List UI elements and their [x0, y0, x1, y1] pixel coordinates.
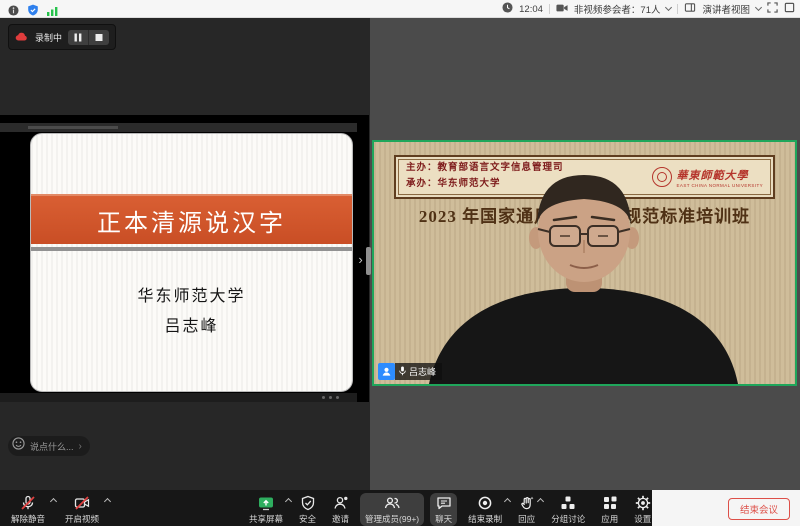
unmute-button[interactable]: 解除静音 [6, 493, 50, 526]
toolbar-right-section: 结束会议 [652, 490, 800, 526]
manage-participants-button[interactable]: 管理成员(99+) [360, 493, 424, 526]
participants-icon [384, 495, 400, 511]
pause-recording-button[interactable] [68, 30, 88, 45]
window-title-text [28, 126, 118, 129]
apps-grid-icon [602, 495, 618, 511]
chat-placeholder: 说点什么... [30, 440, 74, 453]
invite-label: 邀请 [332, 513, 349, 525]
start-video-button[interactable]: 开启视频 [60, 493, 104, 526]
invite-person-icon [333, 495, 349, 511]
speaker-video-tile: 主办：教育部语言文字信息管理司 承办：华东师范大学 華東師範大學 EAST CH… [372, 140, 797, 386]
audio-person-icon [378, 363, 395, 380]
breakout-label: 分组讨论 [551, 513, 585, 525]
recording-controls [68, 30, 109, 45]
chat-button[interactable]: 聊天 [430, 493, 457, 526]
speaker-view-icon [684, 2, 696, 16]
chat-bubble-icon [436, 495, 452, 511]
security-label: 安全 [299, 513, 316, 525]
presentation-slide: 正本清源说汉字 华东师范大学 吕志峰 [30, 133, 353, 392]
chat-quick-input[interactable]: 说点什么... › [8, 436, 90, 456]
clock-icon [502, 2, 513, 16]
divider [677, 4, 678, 14]
window-icon[interactable] [784, 2, 795, 16]
presentation-stage: 正本清源说汉字 华东师范大学 吕志峰 [0, 115, 369, 402]
settings-button[interactable]: 设置 [629, 493, 656, 526]
meeting-toolbar: 结束会议 解除静音 开启视频 [0, 490, 800, 526]
slide-title-banner: 正本清源说汉字 [31, 194, 352, 244]
meeting-window: 12:04 非视频参会者：71人 演讲者视图 [0, 0, 800, 526]
breakout-icon [560, 495, 576, 511]
share-label: 共享屏幕 [249, 513, 283, 525]
record-options-caret[interactable] [504, 498, 511, 505]
participants-dropdown[interactable]: 非视频参会者：71人 [574, 2, 661, 16]
participants-label: 管理成员(99+) [365, 513, 419, 525]
chat-expand-icon[interactable]: › [79, 441, 82, 452]
security-button[interactable]: 安全 [294, 493, 321, 526]
unmute-label: 解除静音 [11, 513, 45, 525]
toolbar-center-group: 共享屏幕 安全 邀请 管理成员(99+) [244, 493, 656, 526]
stop-recording-toolbar-button[interactable]: 结束录制 [463, 493, 507, 526]
slide-author-block: 华东师范大学 吕志峰 [31, 282, 352, 343]
apps-label: 应用 [601, 513, 618, 525]
cloud-record-icon [15, 28, 29, 46]
slide-organization: 华东师范大学 [31, 282, 352, 312]
share-screen-button[interactable]: 共享屏幕 [244, 493, 288, 526]
speaker-name: 吕志峰 [409, 365, 436, 378]
reactions-button[interactable]: 回应 [513, 493, 540, 526]
invite-button[interactable]: 邀请 [327, 493, 354, 526]
clock-time: 12:04 [519, 4, 543, 15]
stop-recording-button[interactable] [88, 30, 109, 45]
chat-label: 聊天 [435, 513, 452, 525]
slide-title: 正本清源说汉字 [97, 203, 286, 238]
top-bar-right: 12:04 非视频参会者：71人 演讲者视图 [502, 0, 795, 18]
presentation-window-titlebar [0, 123, 357, 132]
settings-label: 设置 [634, 513, 651, 525]
presentation-window-statusbar [0, 393, 357, 402]
camera-off-icon [556, 3, 568, 16]
mic-off-icon [20, 495, 36, 511]
fullscreen-icon[interactable] [767, 2, 778, 16]
speaker-name-badge: 吕志峰 [378, 363, 442, 380]
mic-options-caret[interactable] [50, 498, 57, 505]
chevron-down-icon[interactable] [755, 4, 762, 11]
emoji-smiley-icon[interactable] [12, 437, 25, 455]
mic-icon [399, 366, 406, 378]
slideshow-controls-icon [322, 396, 339, 399]
panel-divider-handle[interactable] [366, 247, 371, 275]
slide-divider-bar [31, 247, 352, 251]
camera-off-icon [74, 495, 90, 511]
recording-indicator: 录制中 [8, 24, 116, 50]
reactions-options-caret[interactable] [537, 498, 544, 505]
gear-icon [635, 495, 651, 511]
divider [549, 4, 550, 14]
record-ring-icon [477, 495, 493, 511]
apps-button[interactable]: 应用 [596, 493, 623, 526]
chevron-down-icon[interactable] [665, 4, 672, 11]
screen-share-icon [258, 495, 274, 511]
share-options-caret[interactable] [285, 498, 292, 505]
shield-icon [300, 495, 316, 511]
reaction-hand-icon [519, 495, 535, 511]
recording-status: 录制中 [35, 31, 62, 44]
top-bar: 12:04 非视频参会者：71人 演讲者视图 [0, 0, 800, 18]
reactions-label: 回应 [518, 513, 535, 525]
toolbar-audio-video-group: 解除静音 开启视频 [6, 493, 104, 526]
record-label: 结束录制 [468, 513, 502, 525]
speaker-person [374, 142, 795, 384]
end-meeting-button[interactable]: 结束会议 [728, 498, 790, 520]
slide-presenter: 吕志峰 [31, 312, 352, 342]
breakout-rooms-button[interactable]: 分组讨论 [546, 493, 590, 526]
view-dropdown[interactable]: 演讲者视图 [702, 2, 750, 16]
video-options-caret[interactable] [104, 498, 111, 505]
start-video-label: 开启视频 [65, 513, 99, 525]
